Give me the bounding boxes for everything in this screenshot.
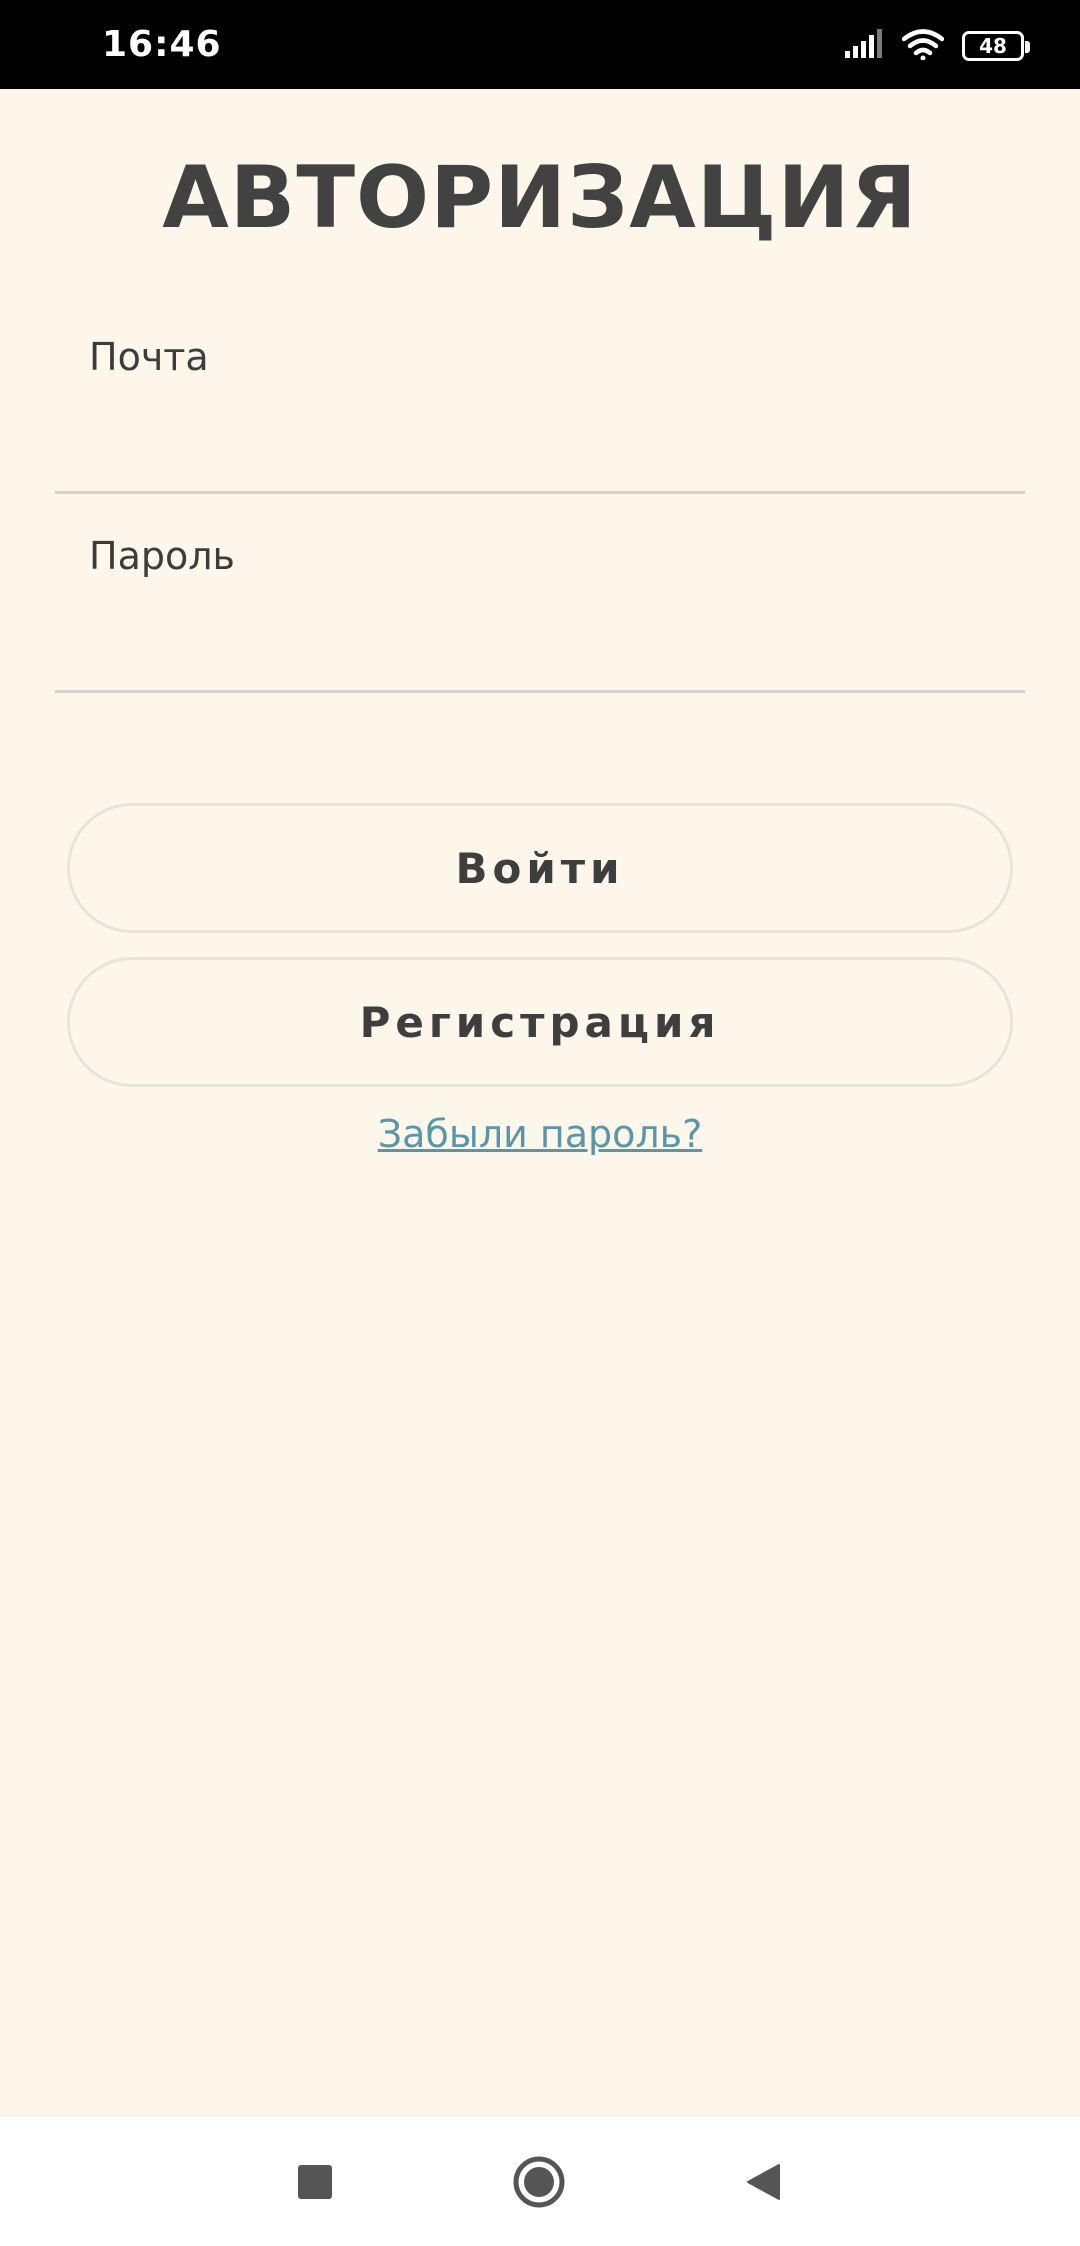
forgot-password-link[interactable]: Забыли пароль? xyxy=(378,1112,703,1156)
status-time: 16:46 xyxy=(102,24,222,65)
password-label: Пароль xyxy=(89,534,235,578)
forgot-password-container: Забыли пароль? xyxy=(0,1112,1080,1156)
wifi-icon xyxy=(901,28,945,65)
signal-icon xyxy=(844,28,884,64)
status-icons: 48 xyxy=(844,28,1030,65)
status-bar: 16:46 48 xyxy=(0,0,1080,89)
home-icon[interactable] xyxy=(509,2152,569,2212)
register-button[interactable]: Регистрация xyxy=(67,957,1013,1087)
navigation-bar xyxy=(0,2115,1080,2246)
recents-icon[interactable] xyxy=(285,2152,345,2212)
email-field[interactable]: Почта xyxy=(55,295,1025,494)
email-input[interactable] xyxy=(89,417,991,477)
battery-icon: 48 xyxy=(962,31,1030,61)
page-title: АВТОРИЗАЦИЯ xyxy=(162,148,918,248)
password-input[interactable] xyxy=(89,616,991,676)
email-label: Почта xyxy=(89,335,209,379)
login-button[interactable]: Войти xyxy=(67,803,1013,933)
battery-level: 48 xyxy=(979,34,1007,58)
back-icon[interactable] xyxy=(733,2152,793,2212)
password-field[interactable]: Пароль xyxy=(55,494,1025,693)
